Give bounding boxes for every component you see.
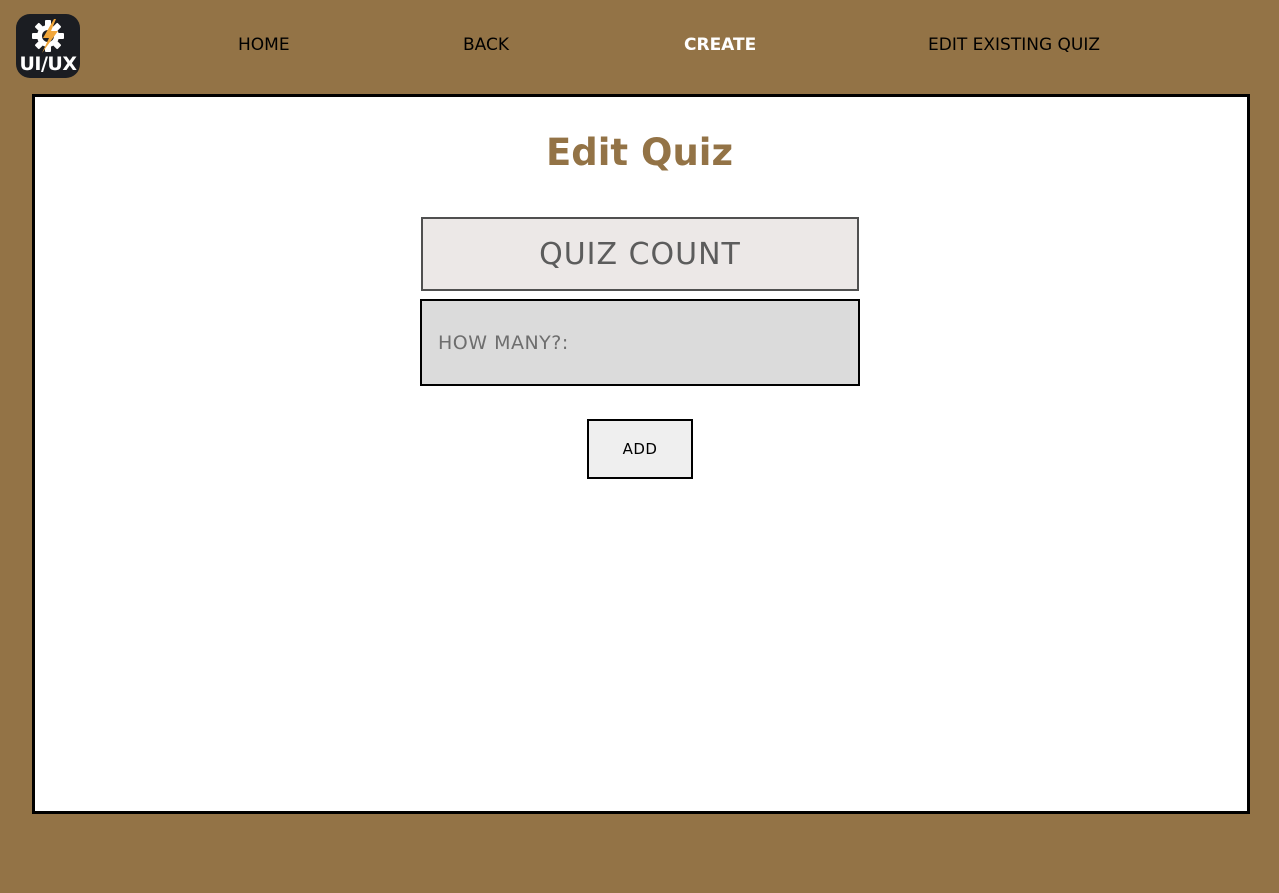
how-many-input[interactable]: [420, 299, 860, 386]
logo-text: UI/UX: [19, 53, 77, 75]
nav-create-link[interactable]: CREATE: [684, 34, 756, 56]
app-logo[interactable]: UI/UX: [16, 14, 80, 78]
nav-edit-existing-quiz-link[interactable]: EDIT EXISTING QUIZ: [928, 34, 1100, 56]
nav-home-link[interactable]: HOME: [238, 34, 290, 56]
page-title: Edit Quiz: [545, 131, 734, 174]
nav-back-link[interactable]: BACK: [463, 34, 509, 56]
add-button[interactable]: ADD: [587, 419, 693, 479]
quiz-count-label: QUIZ COUNT: [421, 217, 859, 291]
gear-lightning-icon: [32, 19, 64, 53]
